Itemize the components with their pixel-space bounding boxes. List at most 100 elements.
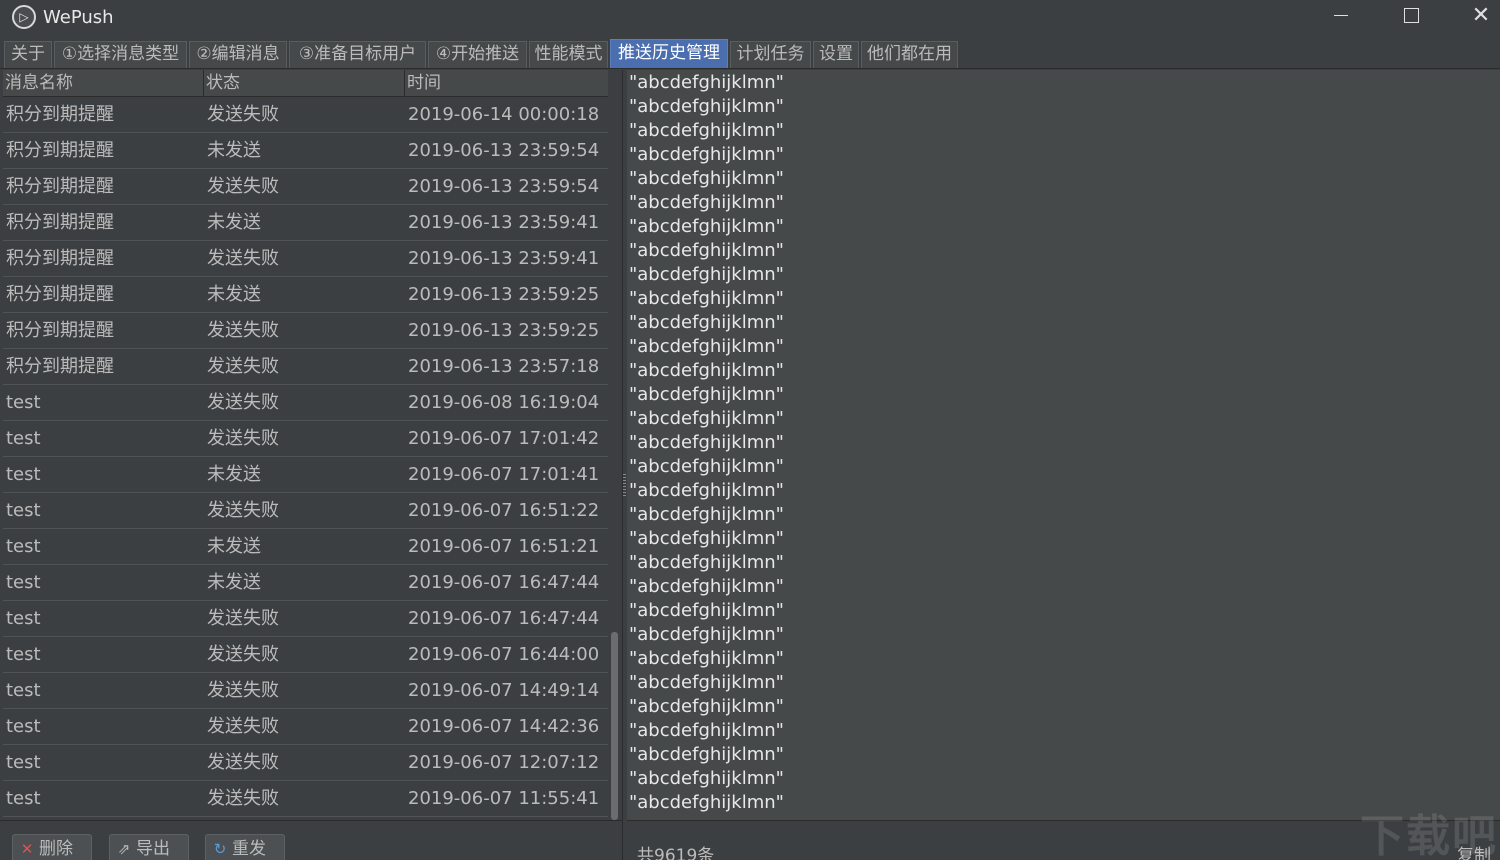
export-icon: ⇗	[117, 840, 131, 858]
detail-line: "abcdefghijklmn"	[629, 144, 784, 165]
resend-button[interactable]: ↻ 重发	[205, 834, 285, 860]
detail-line: "abcdefghijklmn"	[629, 504, 784, 525]
table-row[interactable]: test 未发送 2019-06-07 17:01:41	[3, 457, 608, 493]
table-row[interactable]: test 发送失败 2019-06-07 14:49:14	[3, 673, 608, 709]
cell-message-name: test	[6, 716, 41, 737]
detail-line: "abcdefghijklmn"	[629, 384, 784, 405]
table-row[interactable]: test 发送失败 2019-06-07 14:42:36	[3, 709, 608, 745]
tab-0[interactable]: 关于	[4, 41, 52, 68]
cell-time: 2019-06-07 12:07:12	[408, 752, 600, 773]
table-row[interactable]: test 发送失败 2019-06-07 16:51:22	[3, 493, 608, 529]
cell-message-name: test	[6, 644, 41, 665]
cell-time: 2019-06-07 17:01:41	[408, 464, 600, 485]
cell-time: 2019-06-07 16:44:00	[408, 644, 600, 665]
minimize-button[interactable]	[1306, 0, 1376, 30]
minimize-icon	[1334, 14, 1348, 16]
table-row[interactable]: test 发送失败 2019-06-07 11:55:41	[3, 781, 608, 817]
cell-status: 未发送	[207, 572, 261, 593]
cell-message-name: test	[6, 608, 41, 629]
detail-line: "abcdefghijklmn"	[629, 336, 784, 357]
cell-message-name: 积分到期提醒	[6, 140, 114, 161]
cell-time: 2019-06-13 23:59:54	[408, 176, 600, 197]
detail-line: "abcdefghijklmn"	[629, 792, 784, 813]
cell-time: 2019-06-07 11:55:41	[408, 788, 600, 809]
table-row[interactable]: test 发送失败 2019-06-07 16:47:44	[3, 601, 608, 637]
close-button[interactable]: ✕	[1446, 0, 1500, 30]
tab-1[interactable]: ①选择消息类型	[54, 41, 187, 68]
cell-status: 未发送	[207, 140, 261, 161]
tab-4[interactable]: ④开始推送	[428, 41, 527, 68]
table-row[interactable]: test 未发送 2019-06-07 16:51:21	[3, 529, 608, 565]
cell-time: 2019-06-13 23:57:18	[408, 356, 600, 377]
column-header-status[interactable]: 状态	[204, 70, 405, 97]
cell-time: 2019-06-07 14:49:14	[408, 680, 600, 701]
cell-message-name: 积分到期提醒	[6, 104, 114, 125]
tab-8[interactable]: 设置	[813, 41, 859, 68]
window-title: WePush	[43, 6, 114, 28]
cell-message-name: test	[6, 788, 41, 809]
table-row[interactable]: test 发送失败 2019-06-07 17:01:42	[3, 421, 608, 457]
maximize-button[interactable]	[1376, 0, 1446, 30]
cell-status: 未发送	[207, 536, 261, 557]
tab-3[interactable]: ③准备目标用户	[289, 41, 426, 68]
tab-5[interactable]: 性能模式	[529, 41, 608, 68]
table-row[interactable]: test 发送失败 2019-06-07 12:07:12	[3, 745, 608, 781]
detail-line: "abcdefghijklmn"	[629, 576, 784, 597]
table-row[interactable]: 积分到期提醒 未发送 2019-06-13 23:59:54	[3, 133, 608, 169]
table-row[interactable]: 积分到期提醒 发送失败 2019-06-13 23:57:18	[3, 349, 608, 385]
cell-message-name: 积分到期提醒	[6, 176, 114, 197]
cell-message-name: 积分到期提醒	[6, 212, 114, 233]
cell-time: 2019-06-13 23:59:25	[408, 320, 600, 341]
cell-message-name: test	[6, 536, 41, 557]
tab-6[interactable]: 推送历史管理	[610, 39, 728, 68]
export-label: 导出	[136, 839, 170, 859]
table-row[interactable]: test 发送失败 2019-06-08 16:19:04	[3, 385, 608, 421]
column-header-time[interactable]: 时间	[405, 70, 608, 97]
history-table-panel: 消息名称 状态 时间 积分到期提醒 发送失败 2019-06-14 00:00:18…	[0, 70, 622, 820]
cell-status: 发送失败	[207, 608, 279, 629]
table-body: 积分到期提醒 发送失败 2019-06-14 00:00:18 积分到期提醒 未发送 20…	[3, 97, 608, 817]
detail-line: "abcdefghijklmn"	[629, 744, 784, 765]
cell-message-name: 积分到期提醒	[6, 248, 114, 269]
detail-line: "abcdefghijklmn"	[629, 456, 784, 477]
splitter-grip-icon	[623, 474, 626, 496]
paper-plane-icon: ▷	[12, 5, 36, 29]
table-row[interactable]: 积分到期提醒 未发送 2019-06-13 23:59:25	[3, 277, 608, 313]
cell-message-name: test	[6, 392, 41, 413]
tab-7[interactable]: 计划任务	[730, 41, 811, 68]
tab-2[interactable]: ②编辑消息	[189, 41, 287, 68]
detail-line: "abcdefghijklmn"	[629, 408, 784, 429]
cell-status: 发送失败	[207, 428, 279, 449]
cell-status: 发送失败	[207, 716, 279, 737]
table-row[interactable]: test 发送失败 2019-06-07 16:44:00	[3, 637, 608, 673]
watermark: 下载吧	[1360, 811, 1498, 860]
tab-9[interactable]: 他们都在用	[861, 41, 958, 68]
column-header-name[interactable]: 消息名称	[3, 70, 204, 97]
export-button[interactable]: ⇗ 导出	[109, 834, 189, 860]
table-row[interactable]: 积分到期提醒 发送失败 2019-06-13 23:59:41	[3, 241, 608, 277]
cell-status: 发送失败	[207, 176, 279, 197]
detail-line: "abcdefghijklmn"	[629, 480, 784, 501]
table-row[interactable]: 积分到期提醒 发送失败 2019-06-14 00:00:18	[3, 97, 608, 133]
delete-button[interactable]: ✕ 删除	[12, 834, 92, 860]
table-row[interactable]: 积分到期提醒 未发送 2019-06-13 23:59:41	[3, 205, 608, 241]
detail-line: "abcdefghijklmn"	[629, 720, 784, 741]
table-row[interactable]: 积分到期提醒 发送失败 2019-06-13 23:59:25	[3, 313, 608, 349]
scrollbar-thumb[interactable]	[611, 632, 618, 820]
cell-message-name: test	[6, 464, 41, 485]
cell-message-name: test	[6, 752, 41, 773]
message-detail-panel[interactable]: "abcdefghijklmn" "abcdefghijklmn" "abcdefg…	[627, 70, 1500, 820]
detail-line: "abcdefghijklmn"	[629, 624, 784, 645]
cell-message-name: 积分到期提醒	[6, 320, 114, 341]
cell-message-name: test	[6, 572, 41, 593]
table-row[interactable]: test 未发送 2019-06-07 16:47:44	[3, 565, 608, 601]
table-row[interactable]: 积分到期提醒 发送失败 2019-06-13 23:59:54	[3, 169, 608, 205]
detail-line: "abcdefghijklmn"	[629, 552, 784, 573]
detail-line: "abcdefghijklmn"	[629, 168, 784, 189]
resend-icon: ↻	[213, 840, 227, 858]
cell-status: 发送失败	[207, 788, 279, 809]
cell-status: 发送失败	[207, 104, 279, 125]
close-icon: ✕	[1471, 2, 1491, 28]
cell-status: 未发送	[207, 284, 261, 305]
cell-status: 发送失败	[207, 320, 279, 341]
